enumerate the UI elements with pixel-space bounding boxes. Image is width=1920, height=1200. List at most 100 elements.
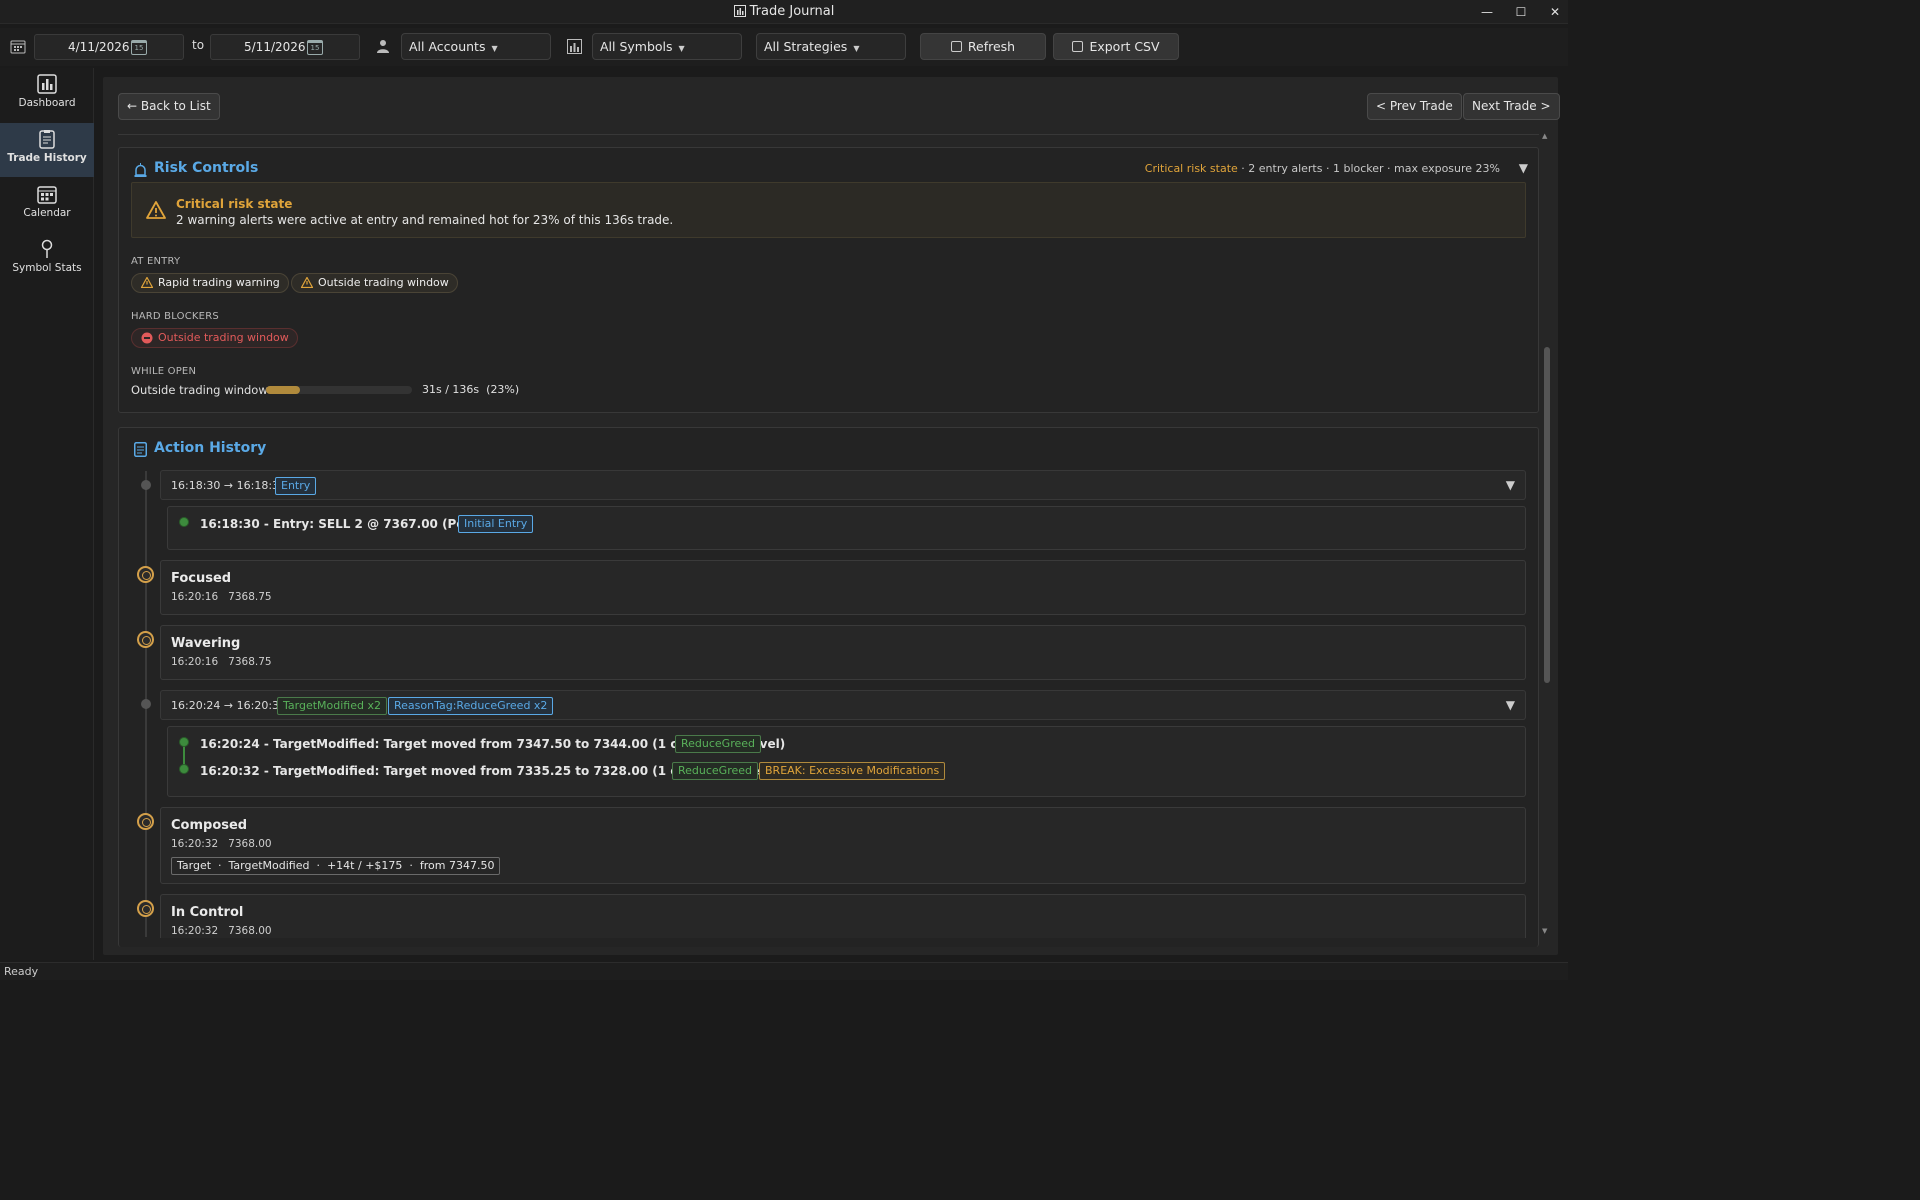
divider (118, 131, 1539, 135)
mood-entry: Focused 16:20:16 7368.75 (160, 560, 1526, 615)
calendar-icon (10, 40, 26, 54)
calendar-picker-icon[interactable]: 15 (307, 40, 323, 55)
maximize-icon: ☐ (1515, 5, 1527, 19)
action-group-header[interactable]: 16:20:24 → 16:20:32 TargetModified x2 Re… (160, 690, 1526, 720)
mood-icon (137, 631, 154, 648)
at-entry-label: AT ENTRY (131, 256, 181, 267)
pin-icon (41, 239, 53, 258)
chart-icon (733, 5, 746, 17)
minimize-button[interactable]: — (1472, 2, 1502, 22)
date-from-value: 4/11/2026 (68, 40, 130, 54)
while-open-label: WHILE OPEN (131, 366, 197, 377)
window-title-text: Trade Journal (749, 4, 835, 19)
calendar-picker-icon[interactable]: 15 (131, 40, 147, 55)
strategies-value: All Strategies (764, 39, 848, 54)
mood-meta: 16:20:32 7368.00 (171, 838, 272, 850)
chip-label: Outside trading window (158, 331, 289, 344)
user-icon (377, 40, 389, 53)
while-open-alert-name: Outside trading window (131, 383, 268, 397)
sidebar-item-trade-history[interactable]: Trade History (0, 123, 94, 177)
warning-icon (141, 277, 153, 288)
mood-icon (137, 566, 154, 583)
mood-entry: Wavering 16:20:16 7368.75 (160, 625, 1526, 680)
mood-meta: 16:20:16 7368.75 (171, 591, 272, 603)
warning-icon (146, 201, 166, 219)
collapse-toggle-icon[interactable]: ▼ (1519, 161, 1528, 175)
dashboard-icon (37, 74, 57, 94)
accounts-value: All Accounts (409, 39, 486, 54)
critical-alert-banner: Critical risk state 2 warning alerts wer… (131, 182, 1526, 238)
chip-label: Rapid trading warning (158, 276, 280, 289)
export-csv-button[interactable]: Export CSV (1053, 33, 1179, 60)
refresh-icon (950, 41, 962, 52)
action-group-events: 16:20:24 - TargetModified: Target moved … (167, 726, 1526, 797)
prev-trade-button[interactable]: < Prev Trade (1367, 93, 1462, 120)
date-to-input[interactable]: 5/11/2026 15 (210, 34, 360, 60)
sidebar-label: Dashboard (18, 97, 76, 109)
mood-entry: Composed 16:20:32 7368.00 Target · Targe… (160, 807, 1526, 884)
exposure-value: 31s / 136s (23%) (422, 383, 520, 396)
group-time-range: 16:20:24 → 16:20:32 (171, 699, 287, 712)
close-icon: ✕ (1549, 5, 1561, 19)
scroll-up-icon[interactable]: ▲ (1542, 132, 1547, 140)
timeline-dot (141, 699, 151, 709)
sidebar-item-dashboard[interactable]: Dashboard (0, 68, 94, 122)
entry-alert-chip: Rapid trading warning (131, 273, 289, 293)
mood-name: Composed (171, 818, 248, 833)
alert-title: Critical risk state (176, 197, 293, 211)
calendar-icon (37, 186, 57, 204)
title-bar: Trade Journal — ☐ ✕ (0, 0, 1568, 24)
minimize-icon: — (1481, 5, 1493, 19)
sidebar-item-calendar[interactable]: Calendar (0, 178, 94, 232)
chevron-down-icon: ▼ (678, 44, 685, 53)
sidebar-label: Trade History (7, 152, 87, 164)
next-trade-button[interactable]: Next Trade > (1463, 93, 1560, 120)
date-to-value: 5/11/2026 (244, 40, 306, 54)
chip-label: Outside trading window (318, 276, 449, 289)
scrollbar-thumb[interactable] (1544, 347, 1550, 683)
sidebar-item-symbol-stats[interactable]: Symbol Stats (0, 233, 94, 287)
accounts-dropdown[interactable]: All Accounts ▼ (401, 33, 551, 60)
document-icon (134, 442, 147, 457)
target-modified-tag: TargetModified x2 (277, 697, 387, 715)
event-status-dot (179, 517, 189, 527)
risk-summary-state: Critical risk state (1144, 162, 1238, 175)
close-button[interactable]: ✕ (1540, 2, 1570, 22)
date-from-input[interactable]: 4/11/2026 15 (34, 34, 184, 60)
filter-toolbar: 4/11/2026 15 to 5/11/2026 15 All Account… (0, 28, 1568, 66)
collapse-toggle-icon[interactable]: ▼ (1506, 478, 1515, 492)
back-to-list-button[interactable]: ← Back to List (118, 93, 220, 120)
collapse-toggle-icon[interactable]: ▼ (1506, 698, 1515, 712)
group-time-range: 16:18:30 → 16:18:30 (171, 479, 287, 492)
event-status-dot (179, 764, 189, 774)
risk-summary: Critical risk state · 2 entry alerts · 1… (1145, 162, 1500, 175)
chevron-down-icon: ▼ (491, 44, 498, 53)
maximize-button[interactable]: ☐ (1506, 2, 1536, 22)
entry-alert-chip: Outside trading window (291, 273, 458, 293)
action-group-header[interactable]: 16:18:30 → 16:18:30 Entry ▼ (160, 470, 1526, 500)
event-tag: ReduceGreed (675, 735, 762, 753)
event-tag: ReduceGreed (672, 762, 759, 780)
export-label: Export CSV (1089, 39, 1160, 54)
scroll-down-icon[interactable]: ▼ (1542, 927, 1547, 935)
refresh-button[interactable]: Refresh (920, 33, 1046, 60)
chart-icon (567, 39, 582, 54)
timeline-dot (141, 480, 151, 490)
mood-name: In Control (171, 905, 244, 920)
section-title: Action History (154, 440, 267, 456)
mood-entry: In Control 16:20:32 7368.00 (160, 894, 1526, 938)
mood-detail-tag: Target · TargetModified · +14t / +$175 ·… (171, 857, 501, 875)
reason-tag: ReasonTag:ReduceGreed x2 (388, 697, 554, 715)
strategies-dropdown[interactable]: All Strategies ▼ (756, 33, 906, 60)
mood-meta: 16:20:32 7368.00 (171, 925, 272, 937)
mood-icon (137, 813, 154, 830)
event-tag: Initial Entry (458, 515, 534, 533)
sidebar-label: Symbol Stats (12, 262, 82, 274)
status-text: Ready (4, 965, 39, 978)
risk-controls-section: Risk Controls Critical risk state · 2 en… (118, 147, 1539, 413)
symbols-dropdown[interactable]: All Symbols ▼ (592, 33, 742, 60)
chevron-down-icon: ▼ (853, 44, 860, 53)
siren-icon (134, 163, 147, 177)
refresh-label: Refresh (967, 39, 1016, 54)
mood-icon (137, 900, 154, 917)
